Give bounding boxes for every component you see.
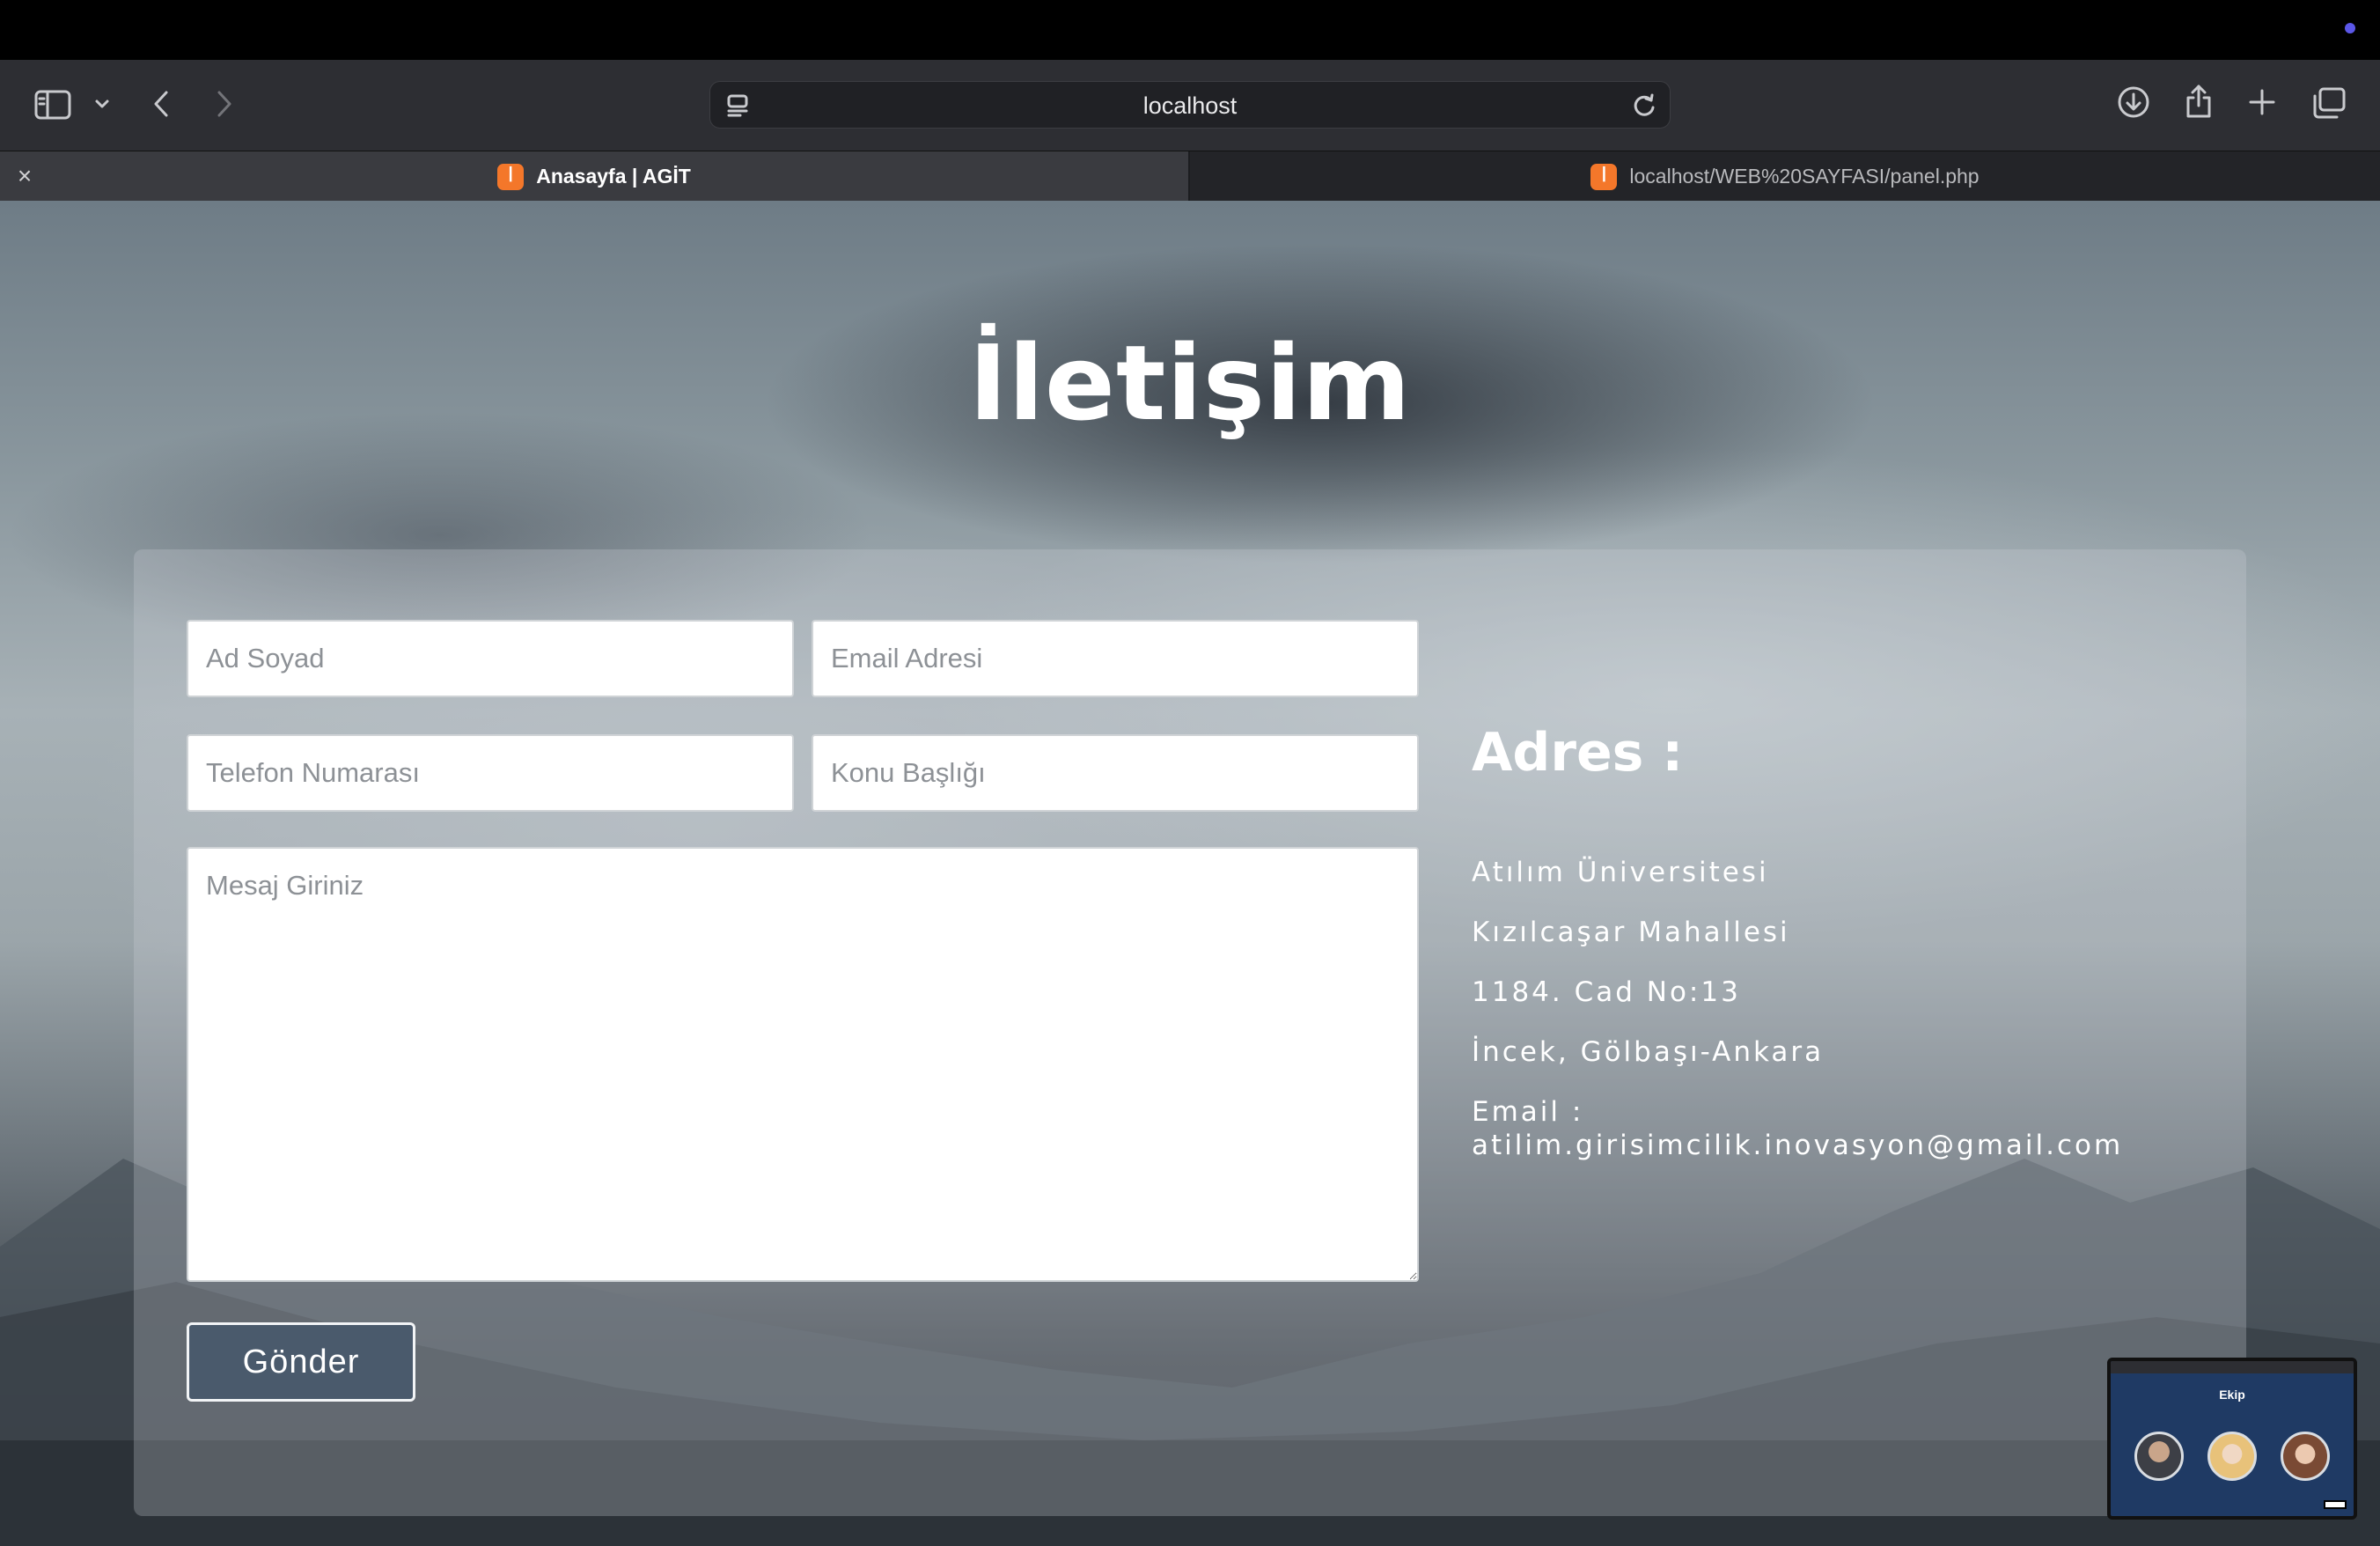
reload-icon[interactable] — [1631, 92, 1657, 119]
address-url: localhost — [1142, 92, 1238, 119]
close-icon[interactable]: × — [11, 162, 39, 190]
download-icon[interactable] — [2116, 85, 2151, 120]
avatar — [2207, 1432, 2257, 1481]
xampp-favicon-icon: ꟾ — [497, 163, 525, 190]
avatar — [2134, 1432, 2185, 1481]
address-line: İncek, Gölbaşı-Ankara — [1472, 1036, 1825, 1068]
address-block: Adres : Atılım Üniversitesi Kızılcaşar M… — [1472, 722, 2123, 1162]
contact-page: İletişim Gönder Adres : Atılım Üniversit… — [0, 201, 2380, 1546]
share-icon[interactable] — [2181, 83, 2216, 120]
forward-icon[interactable] — [206, 86, 241, 121]
page-title: İletişim — [968, 322, 1412, 444]
address-email[interactable]: atilim.girisimcilik.inovasyon@gmail.com — [1472, 1129, 2123, 1162]
tab-overview-icon[interactable] — [2311, 86, 2347, 120]
tab-label: Anasayfa | AGİT — [536, 165, 691, 188]
chevron-down-icon[interactable] — [92, 93, 113, 114]
tab-anasayfa[interactable]: ꟾ Anasayfa | AGİT — [0, 151, 1188, 202]
screenshot-thumbnail[interactable]: Ekip — [2107, 1358, 2357, 1520]
avatar — [2280, 1432, 2330, 1481]
tab-panel[interactable]: ꟾ localhost/WEB%20SAYFASI/panel.php — [1190, 151, 2380, 202]
new-tab-icon[interactable] — [2246, 86, 2278, 118]
back-icon[interactable] — [144, 86, 180, 121]
address-email-label: Email : — [1472, 1096, 1584, 1128]
status-dot-icon — [2345, 23, 2355, 33]
address-line: 1184. Cad No:13 — [1472, 976, 1741, 1008]
tab-bar: ꟾ Anasayfa | AGİT × ꟾ localhost/WEB%20SA… — [0, 151, 2380, 202]
thumbnail-toolbar — [2111, 1361, 2354, 1373]
browser-toolbar: localhost — [0, 60, 2380, 151]
xampp-favicon-icon: ꟾ — [1590, 163, 1618, 190]
thumbnail-badge — [2324, 1500, 2347, 1509]
tab-label: localhost/WEB%20SAYFASI/panel.php — [1629, 165, 1980, 188]
address-line: Kızılcaşar Mahallesi — [1472, 917, 1790, 948]
system-menu-bar — [0, 0, 2380, 60]
address-bar[interactable]: localhost — [709, 81, 1671, 129]
address-title: Adres : — [1472, 722, 1684, 784]
thumbnail-avatars — [2111, 1432, 2354, 1481]
message-textarea[interactable] — [187, 847, 1419, 1282]
address-line: Atılım Üniversitesi — [1472, 857, 1769, 888]
thumbnail-title: Ekip — [2219, 1388, 2245, 1402]
send-button[interactable]: Gönder — [187, 1322, 415, 1402]
name-input[interactable] — [187, 620, 794, 697]
phone-input[interactable] — [187, 734, 794, 812]
sidebar-icon[interactable] — [33, 88, 72, 121]
email-input[interactable] — [812, 620, 1419, 697]
subject-input[interactable] — [812, 734, 1419, 812]
